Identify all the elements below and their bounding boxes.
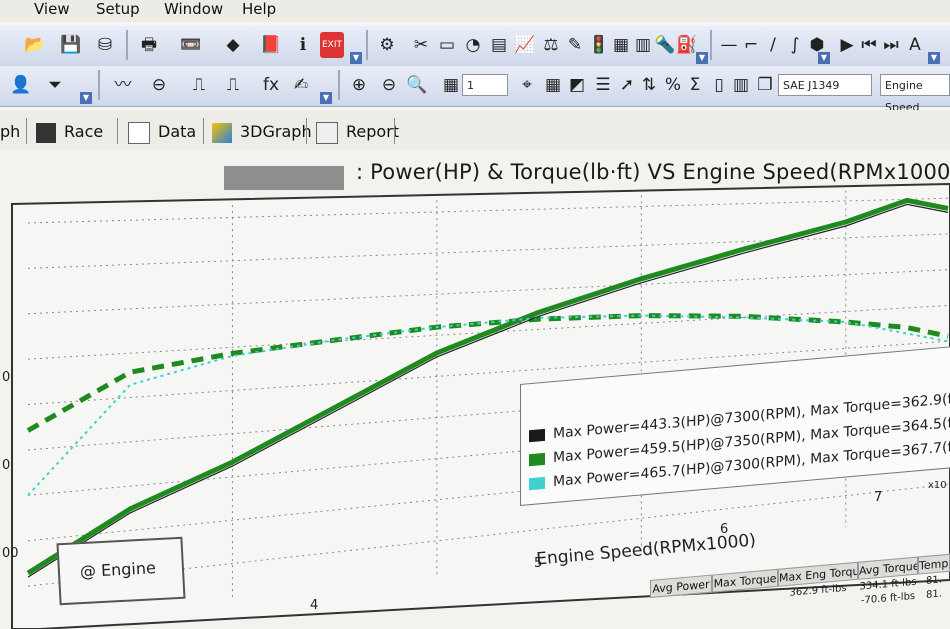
x-tick-label: 7 (874, 490, 883, 505)
legend-swatch (529, 452, 545, 467)
legend-swatch (529, 428, 545, 443)
y-tick-label: 00 (2, 546, 19, 561)
power-torque-chart (11, 182, 950, 629)
y-tick-label: 0 (2, 370, 11, 385)
table-cell: 81. (926, 588, 942, 601)
application-window: View Setup Window Help 📂 💾 ⛁ 🖶 📼 ◆ 📕 ℹ E… (0, 0, 950, 629)
engine-button-label: @ Engine (79, 558, 157, 582)
y-tick-label: 0 (2, 458, 11, 473)
x-axis-multiplier: x10 (928, 480, 947, 491)
legend-swatch (529, 476, 545, 491)
engine-selector-button[interactable]: @ Engine (56, 536, 186, 606)
x-tick-label: 4 (310, 598, 319, 613)
